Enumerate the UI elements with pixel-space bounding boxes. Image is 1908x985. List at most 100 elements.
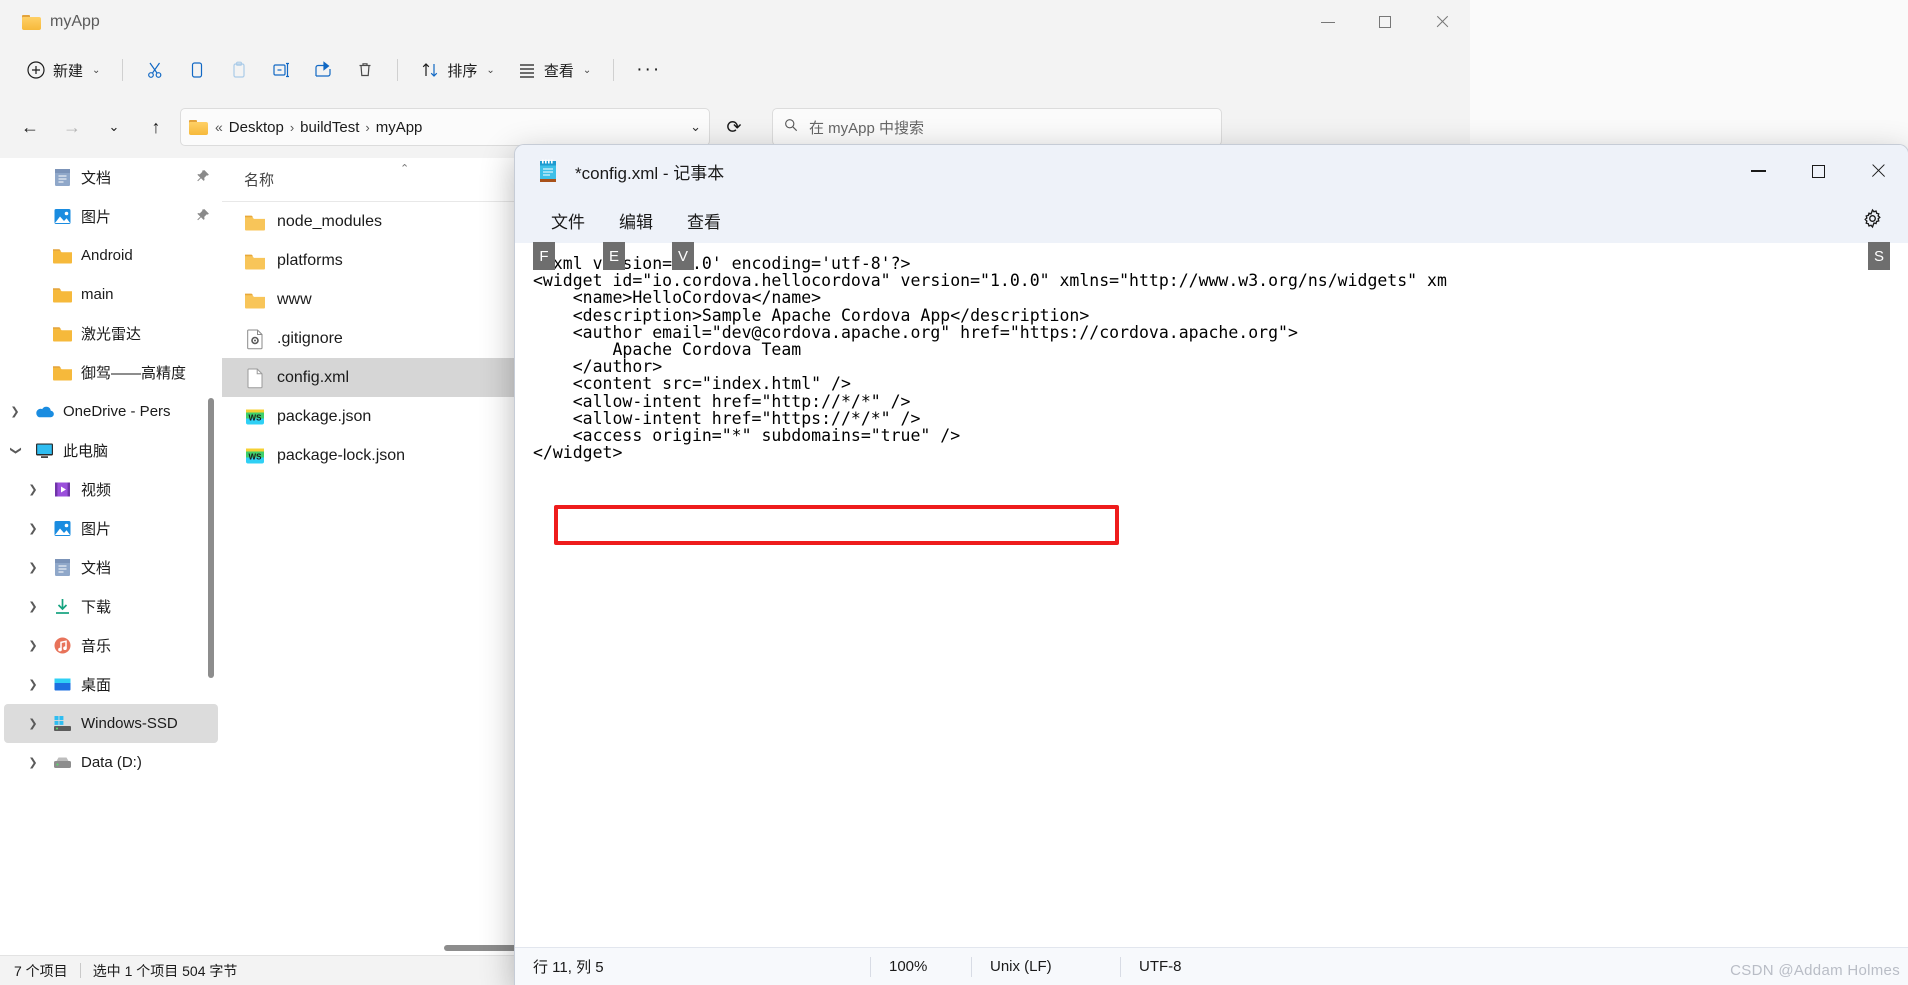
new-button[interactable]: 新建 ⌄: [16, 52, 110, 88]
refresh-button[interactable]: ⟳: [716, 109, 752, 145]
breadcrumb-item-0[interactable]: Desktop: [229, 119, 284, 136]
desktop-icon: [52, 674, 73, 695]
maximize-icon: [1812, 165, 1825, 178]
copy-icon: [187, 60, 207, 80]
sidebar-item-label: 此电脑: [63, 440, 108, 461]
address-dropdown-button[interactable]: ⌄: [690, 119, 701, 135]
menu-file[interactable]: 文件: [537, 202, 599, 239]
navigation-scrollbar-thumb[interactable]: [208, 398, 214, 678]
file-icon: [244, 328, 266, 350]
notepad-status-bar: 行 11, 列 5 100% Unix (LF) UTF-8: [515, 947, 1908, 985]
sidebar-item-label: 视频: [81, 479, 111, 500]
share-button[interactable]: [303, 52, 343, 88]
chevron-down-icon-recent: ⌄: [109, 119, 120, 135]
chevron-right-icon[interactable]: ❯: [22, 600, 44, 613]
chevron-down-icon-view: ⌄: [583, 65, 591, 76]
settings-button[interactable]: [1858, 207, 1886, 235]
folder-icon: [244, 250, 266, 272]
sort-ascending-icon: ⌃: [400, 162, 409, 175]
column-header-name[interactable]: 名称: [244, 169, 274, 190]
notepad-minimize-button[interactable]: [1728, 145, 1788, 197]
videos-icon: [52, 479, 73, 500]
chevron-right-icon[interactable]: ❯: [22, 561, 44, 574]
recent-locations-button[interactable]: ⌄: [96, 109, 132, 145]
copy-button[interactable]: [177, 52, 217, 88]
sidebar-item-此电脑[interactable]: ❮ 此电脑: [4, 431, 218, 470]
breadcrumb-overflow[interactable]: «: [215, 119, 223, 135]
cut-button[interactable]: [135, 52, 175, 88]
navigation-scrollbar[interactable]: [206, 158, 216, 955]
sidebar-item-图片[interactable]: 图片: [4, 197, 218, 236]
folder-icon: [22, 14, 41, 30]
sidebar-item-onedrive---pers[interactable]: ❯OneDrive - Pers: [4, 392, 218, 431]
pictures-icon: [52, 518, 73, 539]
notepad-document-text[interactable]: <?xml version='1.0' encoding='utf-8'?> <…: [515, 243, 1908, 461]
notepad-window: *config.xml - 记事本 文件 编辑 查看 F E: [515, 145, 1908, 985]
breadcrumb-item-2[interactable]: myApp: [376, 119, 423, 136]
back-button[interactable]: ←: [12, 109, 48, 145]
sidebar-item-视频[interactable]: ❯ 视频: [4, 470, 218, 509]
menu-edit[interactable]: 编辑: [605, 202, 667, 239]
rename-button[interactable]: [261, 52, 301, 88]
sidebar-item-桌面[interactable]: ❯桌面: [4, 665, 218, 704]
sidebar-item-main[interactable]: main: [4, 275, 218, 314]
folder-icon: [52, 245, 73, 266]
breadcrumb-separator-0: ›: [290, 120, 294, 135]
refresh-icon: ⟳: [726, 117, 741, 138]
notepad-titlebar: *config.xml - 记事本: [515, 145, 1908, 197]
chevron-right-icon[interactable]: ❯: [22, 483, 44, 496]
chevron-right-icon[interactable]: ❯: [22, 639, 44, 652]
view-button[interactable]: 查看 ⌄: [507, 52, 601, 88]
delete-button[interactable]: [345, 52, 385, 88]
chevron-right-icon[interactable]: ❯: [22, 678, 44, 691]
ellipsis-icon: ···: [636, 64, 661, 76]
line-ending-label[interactable]: Unix (LF): [972, 956, 1120, 978]
chevron-down-icon-sort: ⌄: [486, 65, 494, 76]
sidebar-item-文档[interactable]: ❯文档: [4, 548, 218, 587]
sidebar-item-label: Data (D:): [81, 754, 142, 771]
paste-button[interactable]: [219, 52, 259, 88]
sidebar-item-data-d-[interactable]: ❯ Data (D:): [4, 743, 218, 782]
chevron-right-icon[interactable]: ❯: [22, 522, 44, 535]
share-icon: [313, 60, 333, 80]
sort-button[interactable]: 排序 ⌄: [410, 52, 504, 88]
file-name-label: platforms: [277, 252, 343, 270]
explorer-tab-myapp[interactable]: myApp: [14, 0, 114, 44]
more-options-button[interactable]: ···: [626, 52, 671, 88]
chevron-down-icon[interactable]: ❮: [9, 440, 22, 462]
chevron-right-icon[interactable]: ❯: [4, 405, 26, 418]
file-icon: WS: [244, 406, 266, 428]
sidebar-item-windows-ssd[interactable]: ❯Windows-SSD: [4, 704, 218, 743]
explorer-minimize-button[interactable]: [1299, 0, 1356, 44]
notepad-maximize-button[interactable]: [1788, 145, 1848, 197]
sidebar-item-文档[interactable]: 文档: [4, 158, 218, 197]
notepad-text-area[interactable]: <?xml version='1.0' encoding='utf-8'?> <…: [515, 243, 1908, 947]
breadcrumb-item-1[interactable]: buildTest: [300, 119, 359, 136]
zoom-level-label[interactable]: 100%: [871, 956, 971, 978]
encoding-label[interactable]: UTF-8: [1121, 956, 1200, 978]
explorer-close-button[interactable]: [1413, 0, 1470, 44]
explorer-maximize-button[interactable]: [1356, 0, 1413, 44]
drive-icon: [52, 713, 73, 734]
forward-button[interactable]: →: [54, 109, 90, 145]
sidebar-item-下载[interactable]: ❯下载: [4, 587, 218, 626]
sidebar-item-android[interactable]: Android: [4, 236, 218, 275]
sidebar-item-图片[interactable]: ❯图片: [4, 509, 218, 548]
file-name-label: package.json: [277, 408, 371, 426]
sidebar-item-御驾-高精度[interactable]: 御驾——高精度: [4, 353, 218, 392]
search-box[interactable]: 在 myApp 中搜索: [772, 108, 1222, 146]
notepad-vertical-scrollbar[interactable]: [1895, 243, 1908, 947]
menu-view[interactable]: 查看: [673, 202, 735, 239]
sidebar-item-激光雷达[interactable]: 激光雷达: [4, 314, 218, 353]
view-button-label: 查看: [544, 60, 574, 81]
svg-text:WS: WS: [249, 452, 263, 461]
up-button[interactable]: ↑: [138, 109, 174, 145]
plus-circle-icon: [26, 60, 46, 80]
notepad-close-button[interactable]: [1848, 145, 1908, 197]
chevron-right-icon[interactable]: ❯: [22, 756, 44, 769]
downloads-icon: [52, 596, 73, 617]
sidebar-item-label: 图片: [81, 206, 111, 227]
address-bar[interactable]: « Desktop › buildTest › myApp ⌄: [180, 108, 710, 146]
sidebar-item-音乐[interactable]: ❯音乐: [4, 626, 218, 665]
chevron-right-icon[interactable]: ❯: [22, 717, 44, 730]
